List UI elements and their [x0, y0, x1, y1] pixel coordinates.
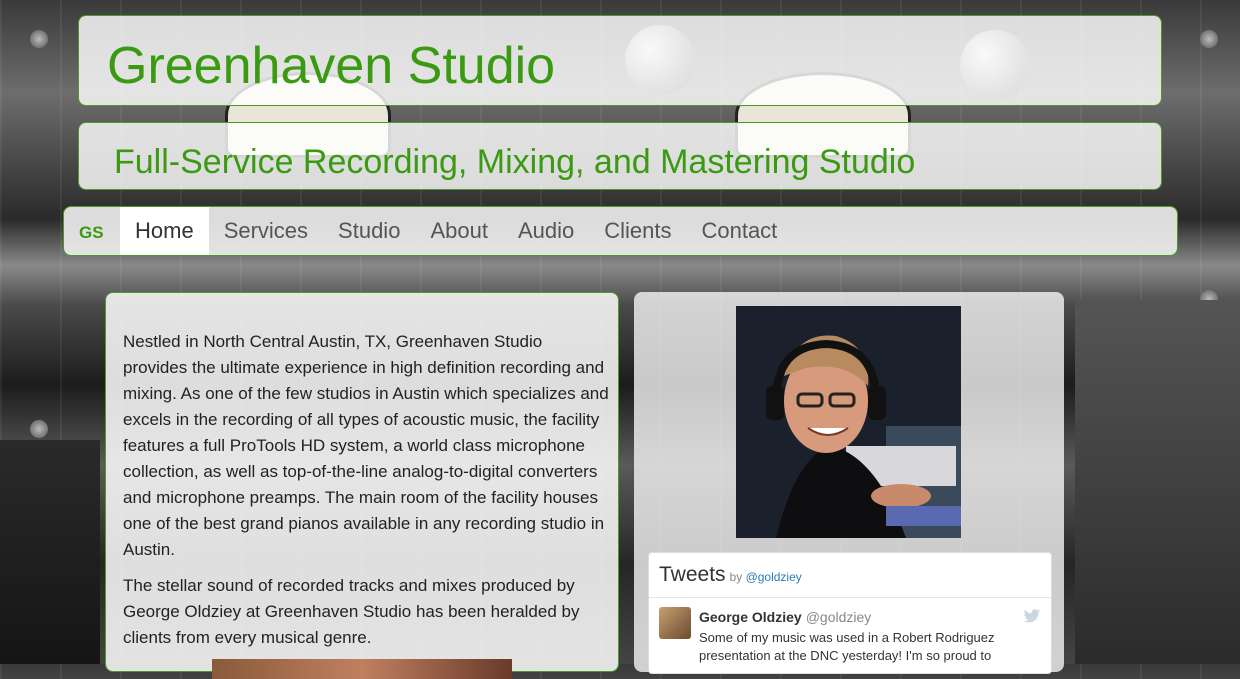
- tweet-author-name[interactable]: George Oldziey: [699, 609, 802, 625]
- rack-panel-decoration: [0, 440, 100, 664]
- main-content: Nestled in North Central Austin, TX, Gre…: [105, 292, 619, 679]
- tweets-heading-row: Tweets by @goldziey: [659, 563, 802, 587]
- site-tagline-box: Full-Service Recording, Mixing, and Mast…: [78, 122, 1162, 190]
- tweet-author-row: George Oldziey @goldziey: [699, 609, 871, 625]
- screw-decoration: [1200, 30, 1218, 48]
- tweet-author-avatar[interactable]: [659, 607, 691, 639]
- tweet-text: Some of my music was used in a Robert Ro…: [699, 630, 995, 663]
- site-title[interactable]: Greenhaven Studio: [107, 36, 555, 96]
- site-header: Greenhaven Studio: [78, 15, 1162, 106]
- nav-item-home[interactable]: Home: [120, 207, 209, 255]
- tweets-divider: [649, 597, 1051, 598]
- screw-decoration: [30, 30, 48, 48]
- twitter-widget: Tweets by @goldziey George Oldziey @goldzi…: [648, 552, 1052, 674]
- nav-brand[interactable]: GS: [79, 223, 104, 243]
- main-navbar: GS Home Services Studio About Audio Clie…: [63, 206, 1178, 256]
- tweets-by-prefix: by: [729, 570, 743, 584]
- studio-photo: [212, 659, 512, 679]
- sidebar: Tweets by @goldziey George Oldziey @goldzi…: [634, 292, 1064, 674]
- twitter-bird-icon[interactable]: [1023, 609, 1041, 629]
- nav-item-audio[interactable]: Audio: [503, 207, 589, 255]
- portrait-illustration: [736, 306, 961, 538]
- intro-paragraph: Nestled in North Central Austin, TX, Gre…: [123, 332, 609, 559]
- nav-item-services[interactable]: Services: [209, 207, 323, 255]
- nav-item-contact[interactable]: Contact: [686, 207, 792, 255]
- tweets-by-line: by @goldziey: [730, 570, 802, 584]
- testimonial-paragraph: The stellar sound of recorded tracks and…: [123, 576, 580, 647]
- nav-item-studio[interactable]: Studio: [323, 207, 415, 255]
- nav-menu: Home Services Studio About Audio Clients…: [120, 207, 792, 255]
- site-subtitle: Full-Service Recording, Mixing, and Mast…: [114, 143, 916, 181]
- nav-item-about[interactable]: About: [415, 207, 503, 255]
- tweets-by-handle-link[interactable]: @goldziey: [746, 570, 802, 584]
- tweets-heading: Tweets: [659, 563, 726, 586]
- engineer-portrait-photo: [736, 306, 961, 538]
- rack-panel-decoration: [1075, 300, 1240, 664]
- tweet-author-handle[interactable]: @goldziey: [806, 609, 872, 625]
- nav-item-clients[interactable]: Clients: [589, 207, 686, 255]
- screw-decoration: [30, 420, 48, 438]
